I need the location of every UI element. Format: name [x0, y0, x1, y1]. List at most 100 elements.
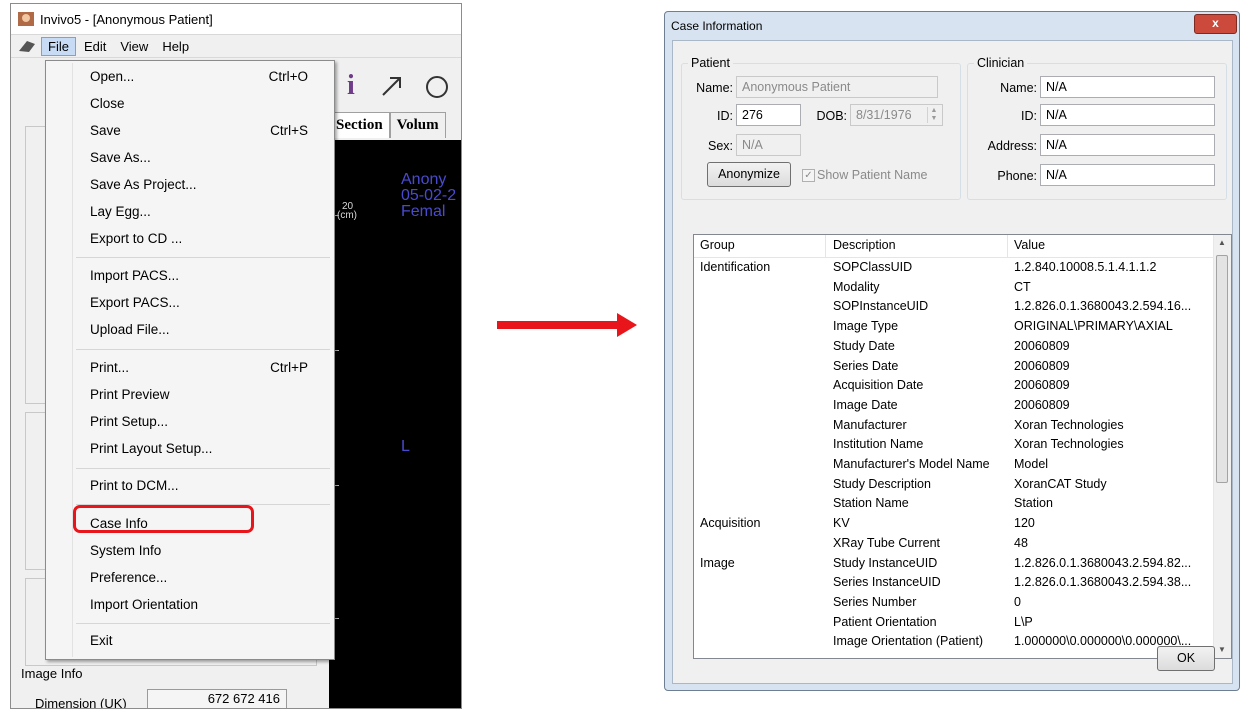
- sex-field[interactable]: N/A: [736, 134, 801, 156]
- case-info-highlight: [73, 505, 254, 533]
- scrollbar-thumb[interactable]: [1216, 255, 1228, 483]
- menu-item-export-pacs[interactable]: Export PACS...: [90, 295, 180, 310]
- table-row[interactable]: Acquisition KV 120: [694, 514, 1216, 534]
- patient-id-field[interactable]: 276: [736, 104, 801, 126]
- dob-field[interactable]: 8/31/1976 ▲ ▼: [850, 104, 943, 126]
- column-header-value[interactable]: Value: [1014, 238, 1045, 252]
- table-row[interactable]: SOPInstanceUID 1.2.826.0.1.3680043.2.594.…: [694, 297, 1216, 317]
- menu-item-save-as[interactable]: Save As...: [90, 150, 151, 165]
- table-row[interactable]: Image Orientation (Patient) 1.000000\0.00…: [694, 632, 1216, 652]
- anonymize-button[interactable]: Anonymize: [707, 162, 791, 187]
- menu-item-export-cd[interactable]: Export to CD ...: [90, 231, 182, 246]
- menu-separator: [76, 468, 330, 469]
- menu-item-import-orientation[interactable]: Import Orientation: [90, 597, 198, 612]
- menu-item-print-setup[interactable]: Print Setup...: [90, 414, 168, 429]
- menu-item-import-pacs[interactable]: Import PACS...: [90, 268, 179, 283]
- cell-description: Study Date: [833, 338, 895, 353]
- system-menu-icon[interactable]: [17, 39, 37, 53]
- cell-description: Study InstanceUID: [833, 555, 938, 570]
- table-row[interactable]: XRay Tube Current 48: [694, 534, 1216, 554]
- menu-edit[interactable]: Edit: [78, 38, 112, 55]
- overlay-patient-name: Anony: [401, 171, 447, 188]
- arrow-tool-icon[interactable]: [380, 74, 404, 98]
- image-viewport[interactable]: Anony 05-02-2 Femal 20 (cm) L: [329, 140, 461, 708]
- table-row[interactable]: Station Name Station: [694, 494, 1216, 514]
- cell-group: Acquisition: [700, 516, 761, 531]
- menu-item-save-as-project[interactable]: Save As Project...: [90, 177, 197, 192]
- table-row[interactable]: Study Description XoranCAT Study: [694, 475, 1216, 495]
- show-patient-name-checkbox[interactable]: ✓: [802, 169, 815, 182]
- menu-view[interactable]: View: [114, 38, 154, 55]
- scroll-down-icon[interactable]: ▼: [1218, 645, 1226, 654]
- circle-tool-icon[interactable]: [426, 76, 448, 98]
- menu-item-lay-egg[interactable]: Lay Egg...: [90, 204, 151, 219]
- clinician-id-field[interactable]: N/A: [1040, 104, 1215, 126]
- menu-shortcut-open: Ctrl+O: [268, 69, 308, 84]
- table-row[interactable]: Study Date 20060809: [694, 337, 1216, 357]
- menu-help[interactable]: Help: [156, 38, 195, 55]
- table-row[interactable]: Series InstanceUID 1.2.826.0.1.3680043.2.…: [694, 573, 1216, 593]
- menu-item-print-to-dcm[interactable]: Print to DCM...: [90, 478, 179, 493]
- cell-value: 1.2.826.0.1.3680043.2.594.38...: [1014, 575, 1192, 590]
- menu-separator: [76, 257, 330, 258]
- cell-value: Station: [1014, 496, 1053, 511]
- scroll-up-icon[interactable]: ▲: [1218, 238, 1226, 247]
- tab-volume[interactable]: Volum: [389, 112, 446, 138]
- table-row[interactable]: Image Type ORIGINAL\PRIMARY\AXIAL: [694, 317, 1216, 337]
- table-row[interactable]: Image Date 20060809: [694, 396, 1216, 416]
- column-header-group[interactable]: Group: [700, 238, 735, 252]
- menu-item-exit[interactable]: Exit: [90, 633, 113, 648]
- case-info-table[interactable]: Group Description Value Identification SO…: [693, 234, 1232, 659]
- cell-value: 120: [1014, 516, 1035, 531]
- menu-item-close[interactable]: Close: [90, 96, 125, 111]
- cell-description: KV: [833, 516, 850, 531]
- table-scrollbar[interactable]: ▲ ▼: [1213, 235, 1231, 658]
- cell-description: Patient Orientation: [833, 614, 937, 629]
- table-row[interactable]: Acquisition Date 20060809: [694, 376, 1216, 396]
- dialog-body: Patient Name: Anonymous Patient ID: 276 …: [672, 40, 1233, 684]
- patient-name-field[interactable]: Anonymous Patient: [736, 76, 938, 98]
- clinician-address-label: Address:: [987, 139, 1037, 153]
- menu-item-save[interactable]: Save: [90, 123, 121, 138]
- close-button[interactable]: x: [1194, 14, 1237, 34]
- menu-item-print-preview[interactable]: Print Preview: [90, 387, 170, 402]
- menu-item-upload-file[interactable]: Upload File...: [90, 322, 170, 337]
- table-row[interactable]: Manufacturer Xoran Technologies: [694, 416, 1216, 436]
- table-row[interactable]: Series Date 20060809: [694, 357, 1216, 377]
- column-divider[interactable]: [825, 235, 826, 257]
- table-row[interactable]: Identification SOPClassUID 1.2.840.10008.5…: [694, 258, 1216, 278]
- patient-name-label: Name:: [696, 81, 733, 95]
- info-icon[interactable]: i: [347, 70, 355, 102]
- menu-file[interactable]: File: [41, 36, 76, 56]
- table-row[interactable]: Patient Orientation L\P: [694, 613, 1216, 633]
- menu-shortcut-print: Ctrl+P: [270, 360, 308, 375]
- clinician-address-field[interactable]: N/A: [1040, 134, 1215, 156]
- column-header-description[interactable]: Description: [833, 238, 896, 252]
- cell-value: ORIGINAL\PRIMARY\AXIAL: [1014, 319, 1173, 334]
- ok-button[interactable]: OK: [1157, 646, 1215, 671]
- dob-spinner-icon[interactable]: ▲ ▼: [927, 107, 940, 123]
- table-row[interactable]: Series Number 0: [694, 593, 1216, 613]
- cell-description: Image Orientation (Patient): [833, 634, 984, 649]
- table-row[interactable]: Manufacturer's Model Name Model: [694, 455, 1216, 475]
- clinician-phone-field[interactable]: N/A: [1040, 164, 1215, 186]
- clinician-phone-label: Phone:: [997, 169, 1037, 183]
- table-row[interactable]: Modality CT: [694, 278, 1216, 298]
- column-divider[interactable]: [1007, 235, 1008, 257]
- cell-group: Identification: [700, 260, 771, 274]
- menu-item-print[interactable]: Print...: [90, 360, 129, 375]
- cell-value: Model: [1014, 457, 1049, 471]
- cell-description: Series Number: [833, 594, 917, 609]
- menu-item-preference[interactable]: Preference...: [90, 570, 167, 585]
- menu-item-open[interactable]: Open...: [90, 69, 134, 84]
- menu-item-system-info[interactable]: System Info: [90, 543, 161, 558]
- cell-value: 1.2.826.0.1.3680043.2.594.82...: [1014, 555, 1192, 570]
- table-row[interactable]: Institution Name Xoran Technologies: [694, 435, 1216, 455]
- window-title: Invivo5 - [Anonymous Patient]: [40, 11, 213, 27]
- tab-section[interactable]: Section: [329, 112, 390, 138]
- table-row[interactable]: Image Study InstanceUID 1.2.826.0.1.368004…: [694, 554, 1216, 574]
- menu-item-print-layout-setup[interactable]: Print Layout Setup...: [90, 441, 212, 456]
- clinician-name-field[interactable]: N/A: [1040, 76, 1215, 98]
- cell-value: 0: [1014, 594, 1021, 609]
- app-icon: [18, 12, 34, 26]
